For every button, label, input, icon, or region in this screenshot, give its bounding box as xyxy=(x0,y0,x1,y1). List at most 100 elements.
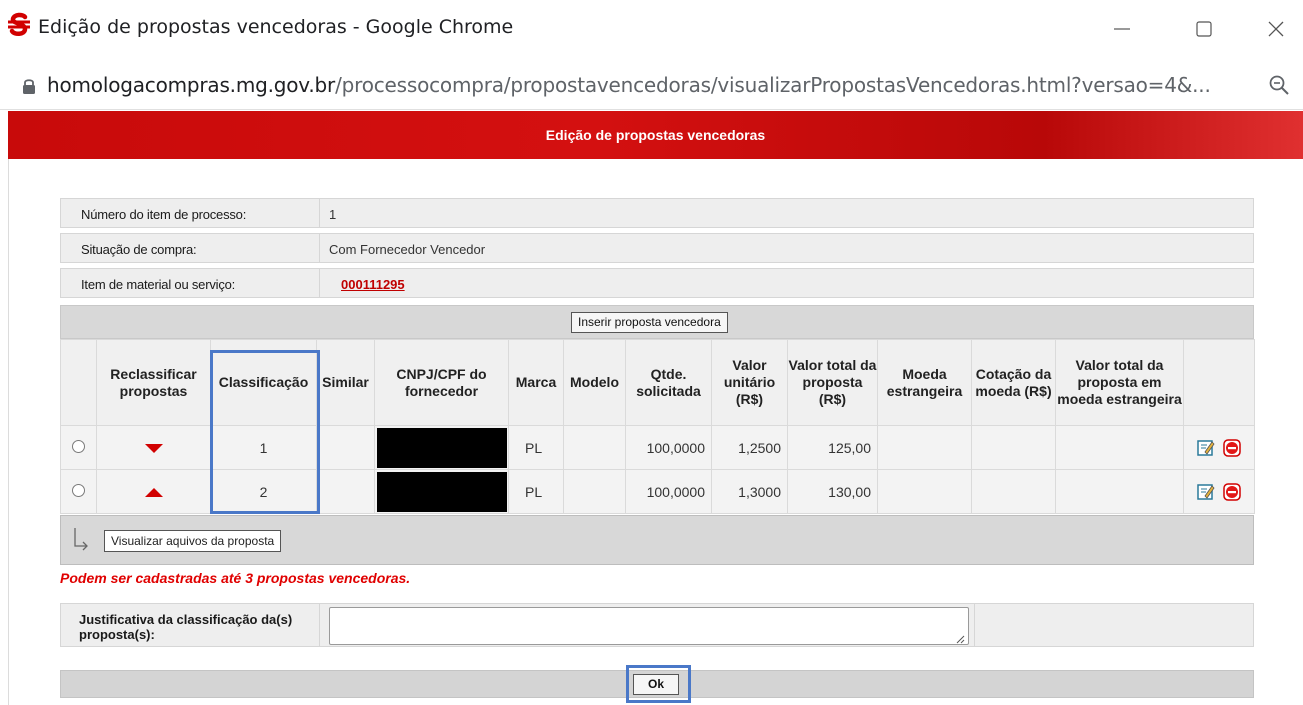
edit-icon[interactable] xyxy=(1197,439,1215,457)
similar-cell xyxy=(316,469,375,514)
zoom-icon[interactable] xyxy=(1268,74,1290,96)
divider xyxy=(974,604,975,646)
row-select-cell xyxy=(60,425,97,470)
url-text[interactable]: homologacompras.mg.gov.br/processocompra… xyxy=(47,73,1211,97)
divider xyxy=(319,604,320,646)
ok-toolbar: Ok xyxy=(60,670,1254,698)
situacao-value: Com Fornecedor Vencedor xyxy=(329,242,486,257)
header-cnpj: CNPJ/CPF do fornecedor xyxy=(374,339,509,426)
row-select-cell xyxy=(60,469,97,514)
view-files-button[interactable]: Visualizar aquivos da proposta xyxy=(104,530,282,552)
redacted-block xyxy=(376,427,507,468)
justification-label: Justificativa da classificação da(s) pro… xyxy=(79,612,293,642)
actions-cell xyxy=(1183,469,1255,514)
lock-icon xyxy=(23,79,35,94)
qtde-cell: 100,0000 xyxy=(625,469,712,514)
maximize-button[interactable] xyxy=(1184,12,1224,46)
similar-cell xyxy=(316,425,375,470)
reclassify-cell xyxy=(96,425,211,470)
resize-grip-icon[interactable] xyxy=(955,634,965,644)
app-logo-icon xyxy=(8,12,30,36)
cotacao-cell xyxy=(971,469,1056,514)
item-number-label: Número do item de processo: xyxy=(81,207,247,222)
header-moeda-estrangeira: Moeda estrangeira xyxy=(877,339,972,426)
close-button[interactable] xyxy=(1256,12,1296,46)
redacted-block xyxy=(376,471,507,512)
page-title: Edição de propostas vencedoras xyxy=(545,127,766,143)
header-modelo: Modelo xyxy=(563,339,626,426)
valor-moeda-cell xyxy=(1055,469,1184,514)
window-titlebar: Edição de propostas vencedoras - Google … xyxy=(0,0,1303,60)
move-up-icon[interactable] xyxy=(144,487,163,497)
marca-cell: PL xyxy=(508,469,564,514)
proposals-table: Reclassificar propostas Classificação Si… xyxy=(60,339,1255,514)
warning-message: Podem ser cadastradas até 3 propostas ve… xyxy=(60,570,411,586)
material-label: Item de material ou serviço: xyxy=(81,277,236,292)
window-title: Edição de propostas vencedoras - Google … xyxy=(38,16,514,38)
cnpj-cell xyxy=(374,469,509,514)
valor-total-cell: 125,00 xyxy=(787,425,878,470)
info-row-situacao: Situação de compra: Com Fornecedor Vence… xyxy=(60,233,1254,263)
material-link[interactable]: 000111295 xyxy=(341,277,405,292)
table-row: 1 PL 100,0000 1,2500 125,00 xyxy=(60,425,1255,470)
info-row-item: Número do item de processo: 1 xyxy=(60,198,1254,228)
divider xyxy=(319,269,320,297)
justification-row: Justificativa da classificação da(s) pro… xyxy=(60,603,1254,647)
browser-window: Edição de propostas vencedoras - Google … xyxy=(0,0,1303,705)
insert-proposal-button[interactable]: Inserir proposta vencedora xyxy=(571,312,728,333)
valor-moeda-cell xyxy=(1055,425,1184,470)
situacao-label: Situação de compra: xyxy=(81,242,197,257)
address-bar[interactable]: homologacompras.mg.gov.br/processocompra… xyxy=(0,60,1303,110)
maximize-icon xyxy=(1196,21,1212,37)
header-qtde: Qtde. solicitada xyxy=(625,339,712,426)
modelo-cell xyxy=(563,425,626,470)
row-radio[interactable] xyxy=(72,483,85,497)
ok-button[interactable]: Ok xyxy=(633,674,679,695)
move-down-icon[interactable] xyxy=(144,443,163,453)
header-marca: Marca xyxy=(508,339,564,426)
valor-unitario-cell: 1,2500 xyxy=(711,425,788,470)
qtde-cell: 100,0000 xyxy=(625,425,712,470)
header-similar: Similar xyxy=(316,339,375,426)
divider xyxy=(319,199,320,227)
delete-icon[interactable] xyxy=(1223,438,1241,457)
item-number-value: 1 xyxy=(329,207,337,222)
close-icon xyxy=(1268,21,1284,37)
table-header-row: Reclassificar propostas Classificação Si… xyxy=(60,339,1255,426)
return-arrow-icon xyxy=(74,528,88,551)
row-radio[interactable] xyxy=(72,439,85,453)
modelo-cell xyxy=(563,469,626,514)
header-valor-unitario: Valor unitário (R$) xyxy=(711,339,788,426)
actions-cell xyxy=(1183,425,1255,470)
header-cotacao: Cotação da moeda (R$) xyxy=(971,339,1056,426)
page-header: Edição de propostas vencedoras xyxy=(8,111,1303,159)
valor-total-cell: 130,00 xyxy=(787,469,878,514)
table-row: 2 PL 100,0000 1,3000 130,00 xyxy=(60,469,1255,514)
insert-toolbar: Inserir proposta vencedora xyxy=(60,305,1254,339)
header-actions xyxy=(1183,339,1255,426)
url-domain: homologacompras.mg.gov.br xyxy=(47,73,336,97)
valor-unitario-cell: 1,3000 xyxy=(711,469,788,514)
files-toolbar: Visualizar aquivos da proposta xyxy=(60,515,1254,565)
url-path: /processocompra/propostavencedoras/visua… xyxy=(335,73,1211,97)
delete-icon[interactable] xyxy=(1223,482,1241,501)
classificacao-cell: 1 xyxy=(210,425,317,470)
minimize-icon xyxy=(1114,28,1130,30)
moeda-cell xyxy=(877,469,972,514)
row-actions xyxy=(1184,438,1254,457)
edit-icon[interactable] xyxy=(1197,483,1215,501)
cotacao-cell xyxy=(971,425,1056,470)
header-reclassificar: Reclassificar propostas xyxy=(96,339,211,426)
minimize-button[interactable] xyxy=(1102,12,1142,46)
header-valor-total: Valor total da proposta (R$) xyxy=(787,339,878,426)
row-actions xyxy=(1184,482,1254,501)
justification-textarea[interactable] xyxy=(329,607,969,645)
cnpj-cell xyxy=(374,425,509,470)
info-row-material: Item de material ou serviço: 000111295 xyxy=(60,268,1254,298)
marca-cell: PL xyxy=(508,425,564,470)
classificacao-cell: 2 xyxy=(210,469,317,514)
header-valor-moeda-estrangeira: Valor total da proposta em moeda estrang… xyxy=(1055,339,1184,426)
divider xyxy=(319,234,320,262)
header-select xyxy=(60,339,97,426)
moeda-cell xyxy=(877,425,972,470)
